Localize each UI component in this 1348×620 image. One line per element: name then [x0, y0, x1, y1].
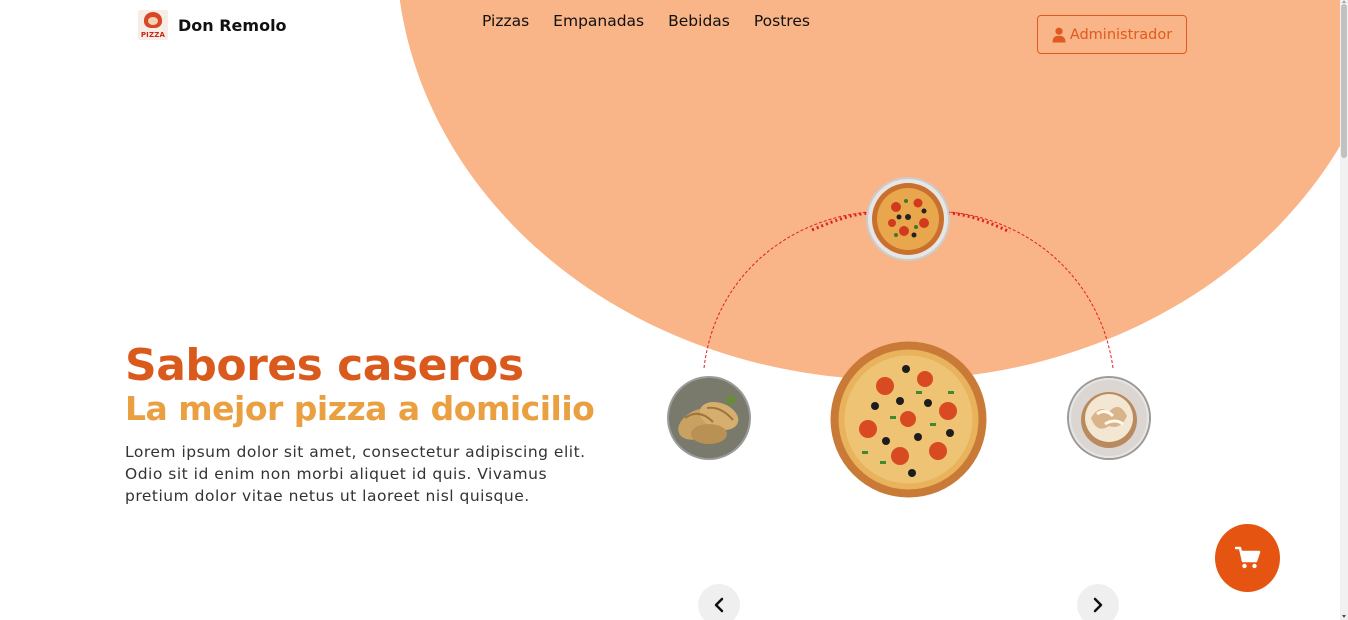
- nav-item-postres[interactable]: Postres: [754, 12, 810, 30]
- hero-title: Sabores caseros: [125, 340, 524, 391]
- nav-item-empanadas[interactable]: Empanadas: [553, 12, 644, 30]
- hero-description: Lorem ipsum dolor sit amet, consectetur …: [125, 443, 586, 505]
- scrollbar-thumb[interactable]: [1341, 4, 1347, 158]
- main-nav: Pizzas Empanadas Bebidas Postres: [482, 12, 810, 30]
- hero-subtitle: La mejor pizza a domicilio: [125, 389, 595, 428]
- admin-label: Administrador: [1069, 26, 1173, 43]
- brand-name: Don Remolo: [178, 15, 287, 35]
- chevron-left-icon: [714, 597, 724, 613]
- nav-item-pizzas[interactable]: Pizzas: [482, 12, 529, 30]
- pizza-top-image[interactable]: [868, 179, 948, 259]
- brand[interactable]: PIZZA Don Remolo: [138, 10, 287, 40]
- cart-button[interactable]: [1215, 524, 1280, 592]
- carousel-prev-button[interactable]: [698, 584, 740, 620]
- pizza-main-image[interactable]: [830, 341, 987, 498]
- scroll-down-icon[interactable]: [1342, 615, 1346, 618]
- empanadas-image[interactable]: [669, 378, 749, 458]
- chevron-right-icon: [1093, 597, 1103, 613]
- scrollbar[interactable]: [1340, 0, 1348, 620]
- admin-button[interactable]: Administrador: [1037, 15, 1187, 54]
- logo-text: PIZZA: [140, 31, 166, 39]
- nav-item-bebidas[interactable]: Bebidas: [668, 12, 730, 30]
- background-circle: [396, 0, 1348, 380]
- scroll-up-icon[interactable]: [1342, 0, 1346, 3]
- user-icon: [1052, 27, 1066, 42]
- carousel-next-button[interactable]: [1077, 584, 1119, 620]
- logo-icon: PIZZA: [138, 10, 168, 40]
- page: PIZZA Don Remolo Pizzas Empanadas Bebida…: [0, 0, 1348, 620]
- cart-icon: [1234, 546, 1260, 569]
- postre-image[interactable]: [1069, 378, 1149, 458]
